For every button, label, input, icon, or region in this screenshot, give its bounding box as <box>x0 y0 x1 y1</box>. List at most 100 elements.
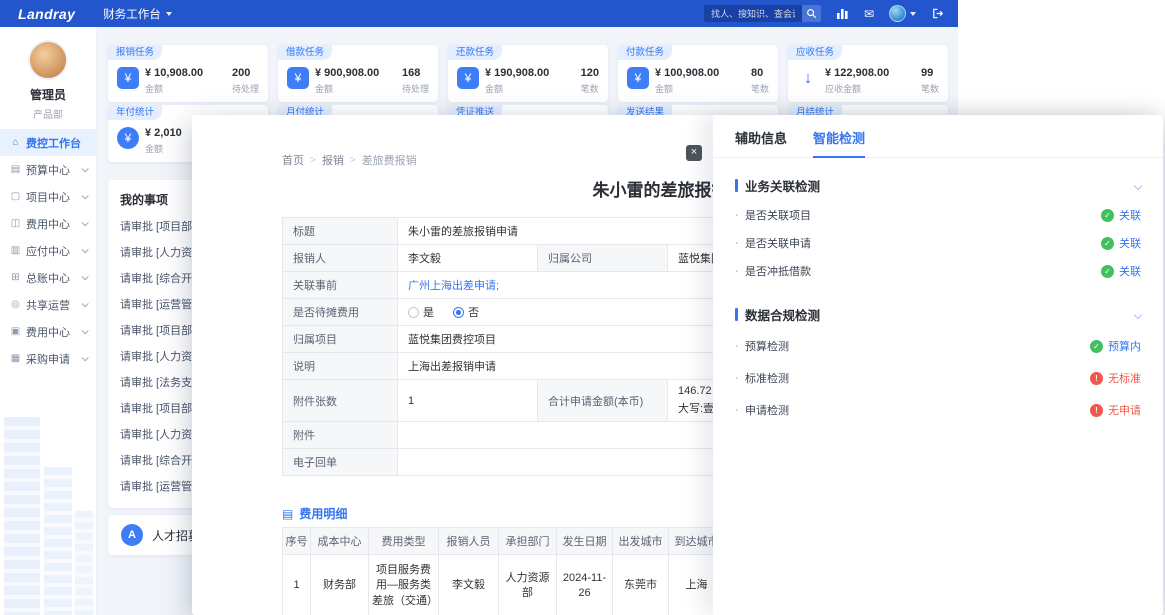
check-item-offset-loan: · 是否冲抵借款 ✓关联 <box>735 257 1141 285</box>
warning-circle-icon: ! <box>1090 404 1103 417</box>
tab-smart-check[interactable]: 智能检测 <box>813 128 865 158</box>
screen: { "colors": {"topbar":"#2355cd","accent"… <box>0 0 1165 615</box>
status-link[interactable]: 关联 <box>1119 263 1141 279</box>
breadcrumb-reimburse[interactable]: 报销 <box>322 152 344 168</box>
status-text[interactable]: 无标准 <box>1108 370 1141 386</box>
col-header: 出发城市 <box>613 528 669 555</box>
collapse-chevron-icon[interactable] <box>1134 310 1142 318</box>
applicant-field-value: 李文毅 <box>398 245 538 272</box>
report-chart-icon[interactable] <box>836 7 849 20</box>
card-count-label: 待处理 <box>232 82 259 95</box>
logout-icon[interactable] <box>931 7 944 20</box>
status-link[interactable]: 预算内 <box>1108 338 1141 354</box>
cell-bearing-dept: 人力资源部 <box>499 555 557 615</box>
check-item-budget: · 预算检测 ✓预算内 <box>735 330 1141 362</box>
section-header: 数据合规检测 <box>735 305 1141 324</box>
field-label: 电子回单 <box>283 449 398 476</box>
user-avatar[interactable] <box>28 40 68 80</box>
sidebar-item-budget-center[interactable]: ▤ 预算中心 <box>0 156 96 183</box>
chevron-down-icon <box>82 327 89 334</box>
building-shape <box>75 511 93 615</box>
breadcrumb-home[interactable]: 首页 <box>282 152 304 168</box>
radio-yes-label: 是 <box>423 307 434 319</box>
workspace-switcher[interactable]: 财务工作台 <box>103 6 172 22</box>
collapse-chevron-icon[interactable] <box>1134 181 1142 189</box>
check-item-related-project: · 是否关联项目 ✓关联 <box>735 201 1141 229</box>
sidebar-item-label: 费控工作台 <box>26 135 81 151</box>
sidebar-item-purchase-request[interactable]: ▦ 采购申请 <box>0 345 96 372</box>
sidebar-item-expense-workbench[interactable]: ⌂ 费控工作台 <box>0 129 96 156</box>
card-amount: ¥ 2,010 <box>145 127 182 139</box>
user-department: 产品部 <box>0 106 96 121</box>
assist-tabs: 辅助信息 智能检测 <box>713 115 1163 158</box>
cell-claimant: 李文毅 <box>439 555 499 615</box>
payment-task-icon: ¥ <box>627 67 649 89</box>
check-circle-icon: ✓ <box>1090 340 1103 353</box>
sidebar-item-shared-operation[interactable]: ◎ 共享运营 <box>0 291 96 318</box>
radio-no[interactable] <box>453 307 464 318</box>
building-shape <box>44 467 72 615</box>
col-header: 报销人员 <box>439 528 499 555</box>
breadcrumb-current: 差旅费报销 <box>362 152 417 168</box>
radio-no-label: 否 <box>468 307 479 319</box>
sidebar-item-payable-center[interactable]: ▥ 应付中心 <box>0 237 96 264</box>
sidebar-item-expense-center-2[interactable]: ▣ 费用中心 <box>0 318 96 345</box>
chevron-down-icon <box>82 246 89 253</box>
field-label: 报销人 <box>283 245 398 272</box>
search-input[interactable] <box>704 5 802 22</box>
sidebar-item-label: 采购申请 <box>26 351 70 367</box>
sidebar-item-expense-center[interactable]: ◫ 费用中心 <box>0 210 96 237</box>
section-title: 业务关联检测 <box>745 176 820 195</box>
check-label: 预算检测 <box>745 338 789 354</box>
field-label: 关联事前 <box>283 272 398 299</box>
sidebar-item-project-center[interactable]: ▢ 项目中心 <box>0 183 96 210</box>
prior-request-link[interactable]: 广州上海出差申请; <box>408 280 499 292</box>
card-reimburse-tasks[interactable]: 报销任务 ¥ ¥ 10,908.00 金额 200 待处理 <box>108 45 268 102</box>
tab-auxiliary-info[interactable]: 辅助信息 <box>735 128 787 157</box>
card-amount: ¥ 122,908.00 <box>825 67 889 79</box>
status-text[interactable]: 无申请 <box>1108 402 1141 418</box>
field-label: 归属公司 <box>538 245 668 272</box>
section-header: 业务关联检测 <box>735 176 1141 195</box>
cell-expense-type: 项目服务费用—服务类差旅（交通） <box>369 555 439 615</box>
mail-icon[interactable]: ✉ <box>864 8 874 20</box>
expense-detail-window: × 首页 > 报销 > 差旅费报销 朱小雷的差旅报销申请 标题 朱小雷的差旅报销… <box>192 115 1163 615</box>
section-accent-bar <box>735 179 738 192</box>
sidebar-item-label: 费用中心 <box>26 216 70 232</box>
check-label: 是否关联项目 <box>745 207 811 223</box>
section-title: 费用明细 <box>299 505 347 522</box>
card-repayment-tasks[interactable]: 还款任务 ¥ ¥ 190,908.00 金额 120 笔数 <box>448 45 608 102</box>
field-label: 是否待摊费用 <box>283 299 398 326</box>
chevron-down-icon <box>82 192 89 199</box>
card-badge: 借款任务 <box>278 45 332 60</box>
card-receivable-tasks[interactable]: 应收任务 ↓ ¥ 122,908.00 应收金额 99 笔数 <box>788 45 948 102</box>
card-count: 168 <box>402 67 429 79</box>
close-icon[interactable]: × <box>686 145 702 161</box>
card-loan-tasks[interactable]: 借款任务 ¥ ¥ 900,908.00 金额 168 待处理 <box>278 45 438 102</box>
expense-detail-section-header: ▤ 费用明细 <box>282 505 347 522</box>
topbar: Landray 财务工作台 ✉ <box>0 0 958 27</box>
status-link[interactable]: 关联 <box>1119 235 1141 251</box>
sidebar: 管理员 产品部 ⌂ 费控工作台 ▤ 预算中心 ▢ 项目中心 ◫ 费用中心 ▥ 应… <box>0 27 97 615</box>
search-button[interactable] <box>802 5 821 22</box>
card-amount-label: 应收金额 <box>825 82 889 95</box>
section-business-relation-check: 业务关联检测 · 是否关联项目 ✓关联 · 是否关联申请 ✓关联 · 是否冲抵借… <box>713 176 1163 285</box>
landray-logo: Landray <box>18 6 75 22</box>
user-menu-caret-icon[interactable] <box>910 12 916 16</box>
sidebar-item-label: 总账中心 <box>26 270 70 286</box>
budget-icon: ▤ <box>9 164 22 175</box>
cell-departure-city: 东莞市 <box>613 555 669 615</box>
status-link[interactable]: 关联 <box>1119 207 1141 223</box>
cell-date: 2024-11-26 <box>557 555 613 615</box>
chevron-down-icon <box>82 165 89 172</box>
field-label: 归属项目 <box>283 326 398 353</box>
radio-yes[interactable] <box>408 307 419 318</box>
workbench-icon: ⌂ <box>9 137 22 148</box>
attach-count-value: 1 <box>398 380 538 422</box>
card-payment-tasks[interactable]: 付款任务 ¥ ¥ 100,908.00 金额 80 笔数 <box>618 45 778 102</box>
card-count: 80 <box>751 67 769 79</box>
bullet-icon: · <box>735 264 739 278</box>
sidebar-item-ledger-center[interactable]: ⊞ 总账中心 <box>0 264 96 291</box>
field-label: 附件 <box>283 422 398 449</box>
topbar-user-avatar[interactable] <box>889 5 906 22</box>
